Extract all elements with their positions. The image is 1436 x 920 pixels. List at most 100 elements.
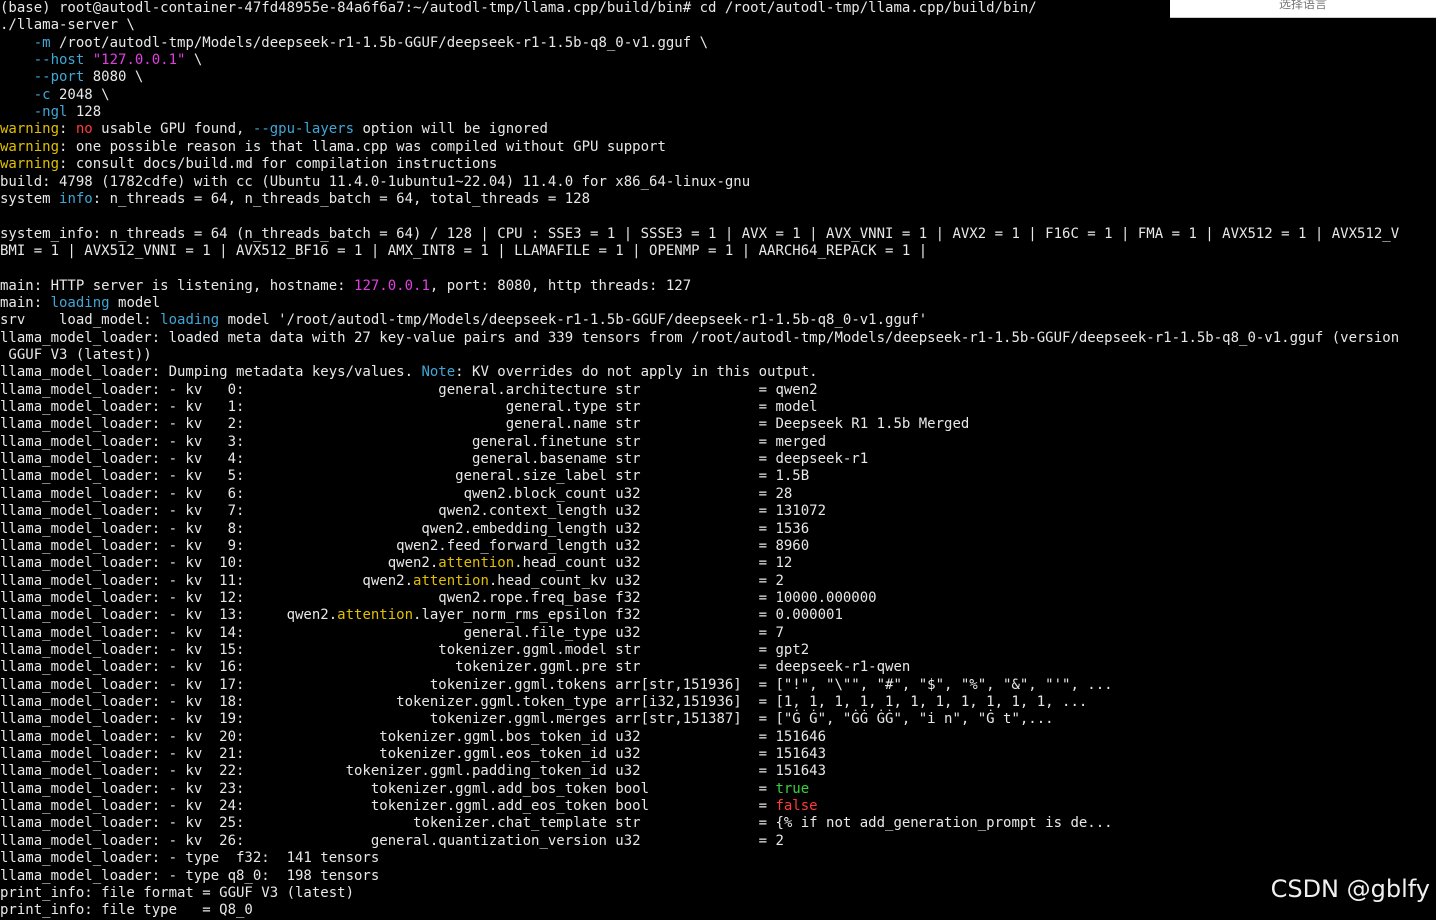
terminal-text-segment: BMI = 1 | AVX512_VNNI = 1 | AVX512_BF16 … [0, 242, 928, 259]
terminal-line: main: loading model [0, 295, 160, 312]
terminal-text-segment: option will be ignored [354, 121, 548, 138]
terminal-line: print_info: file type = Q8_0 [0, 902, 253, 919]
terminal-line: llama_model_loader: loaded meta data wit… [0, 330, 1399, 347]
terminal-line: -m /root/autodl-tmp/Models/deepseek-r1-1… [0, 35, 708, 52]
terminal-line: llama_model_loader: Dumping metadata key… [0, 364, 818, 381]
terminal-line: warning: one possible reason is that lla… [0, 139, 666, 156]
terminal-line: llama_model_loader: - kv 6: qwen2.block_… [0, 486, 792, 503]
terminal-text-segment: main: [0, 294, 51, 311]
terminal-text-segment: llama_model_loader: - kv 1: general.type… [0, 399, 818, 416]
terminal-line: --port 8080 \ [0, 69, 144, 86]
terminal-text-segment: no [75, 121, 93, 138]
terminal-text-segment: build: 4798 (1782cdfe) with cc (Ubuntu 1… [0, 173, 751, 190]
terminal-text-segment: llama_model_loader: - kv 17: tokenizer.g… [0, 676, 1113, 693]
terminal-text-segment: llama_model_loader: - kv 15: tokenizer.g… [0, 641, 810, 658]
terminal-text-segment: /root/autodl-tmp/Models/deepseek-r1-1.5b… [50, 34, 709, 51]
terminal-line: print_info: file format = GGUF V3 (lates… [0, 885, 354, 902]
terminal-line: llama_model_loader: - kv 2: general.name… [0, 416, 969, 433]
terminal-line: llama_model_loader: - kv 7: qwen2.contex… [0, 503, 826, 520]
terminal-line: llama_model_loader: - kv 16: tokenizer.g… [0, 659, 910, 676]
terminal-text-segment: print_info: file format = GGUF V3 (lates… [0, 884, 355, 901]
terminal-text-segment: : consult docs/build.md for compilation … [59, 156, 498, 173]
terminal-line: llama_model_loader: - kv 26: general.qua… [0, 833, 784, 850]
terminal-line: llama_model_loader: - kv 22: tokenizer.g… [0, 763, 826, 780]
terminal-line: system info: n_threads = 64, n_threads_b… [0, 191, 590, 208]
terminal-text-segment: GGUF V3 (latest)) [0, 347, 152, 363]
terminal-line: -c 2048 \ [0, 87, 110, 104]
terminal-line: llama_model_loader: - kv 17: tokenizer.g… [0, 677, 1113, 694]
terminal-line: ./llama-server \ [0, 17, 135, 34]
terminal-line: llama_model_loader: - kv 21: tokenizer.g… [0, 746, 826, 763]
terminal-text-segment: : KV overrides do not apply in this outp… [455, 364, 818, 381]
terminal-line: llama_model_loader: - kv 13: qwen2.atten… [0, 607, 843, 624]
terminal-text-segment: llama_model_loader: - kv 22: tokenizer.g… [0, 763, 827, 780]
terminal-text-segment: true [775, 780, 810, 797]
terminal-text-segment: -m [33, 34, 51, 51]
terminal-line: warning: consult docs/build.md for compi… [0, 156, 497, 173]
terminal-text-segment: llama_model_loader: - kv 18: tokenizer.g… [0, 694, 1088, 710]
terminal-line: llama_model_loader: - kv 18: tokenizer.g… [0, 694, 1087, 711]
terminal-text-segment: warning [0, 156, 60, 173]
terminal-text-segment: llama_model_loader: - kv 9: qwen2.feed_f… [0, 537, 810, 554]
terminal-text-segment: llama_model_loader: - kv 12: qwen2.rope.… [0, 589, 877, 606]
terminal-line: BMI = 1 | AVX512_VNNI = 1 | AVX512_BF16 … [0, 243, 927, 260]
terminal-line: llama_model_loader: - kv 5: general.size… [0, 468, 809, 485]
terminal-text-segment: usable GPU found, [92, 121, 253, 138]
terminal-text-segment: warning [0, 121, 60, 138]
terminal-text-segment: system [0, 190, 60, 207]
terminal-line: -ngl 128 [0, 104, 101, 121]
terminal-line: llama_model_loader: - kv 19: tokenizer.g… [0, 711, 1054, 728]
terminal-text-segment: .head_count_kv u32 = 2 [488, 572, 784, 589]
terminal-line: llama_model_loader: - type f32: 141 tens… [0, 850, 379, 867]
terminal-line: llama_model_loader: - kv 14: general.fil… [0, 625, 784, 642]
terminal-text-segment: llama_model_loader: - kv 25: tokenizer.c… [0, 815, 1113, 832]
terminal-text-segment: -ngl [33, 104, 68, 121]
terminal-text-segment: llama_model_loader: - type q8_0: 198 ten… [0, 867, 380, 884]
terminal-text-segment: srv load_model: [0, 312, 161, 329]
terminal-text-segment: 2048 \ [50, 86, 110, 103]
terminal-text-segment: llama_model_loader: - kv 20: tokenizer.g… [0, 728, 827, 745]
terminal-text-segment: llama_model_loader: - kv 8: qwen2.embedd… [0, 520, 810, 537]
terminal-text-segment: -c [33, 86, 51, 103]
terminal-text-segment: Note [421, 364, 456, 381]
language-selector[interactable]: 选择语言 [1170, 0, 1436, 18]
terminal-text-segment: llama_model_loader: - kv 2: general.name… [0, 416, 970, 433]
terminal-text-segment: attention [413, 572, 489, 589]
terminal-text-segment: system_info: n_threads = 64 (n_threads_b… [0, 225, 1400, 242]
terminal-text-segment: 8080 \ [84, 69, 144, 86]
terminal-text-segment: llama_model_loader: - kv 10: qwen2. [0, 555, 439, 572]
terminal-text-segment: llama_model_loader: - kv 23: tokenizer.g… [0, 780, 776, 797]
watermark: CSDN @gblfy [1270, 875, 1430, 903]
terminal-line: llama_model_loader: - kv 8: qwen2.embedd… [0, 521, 809, 538]
terminal-text-segment: print_info: file type = Q8_0 [0, 902, 253, 919]
terminal-text-segment: llama_model_loader: - kv 3: general.fine… [0, 433, 827, 450]
terminal-text-segment: llama_model_loader: - kv 0: general.arch… [0, 381, 818, 398]
terminal-text-segment: llama_model_loader: - kv 13: qwen2. [0, 607, 338, 624]
terminal-line: llama_model_loader: - kv 9: qwen2.feed_f… [0, 538, 809, 555]
terminal-line: llama_model_loader: - kv 3: general.fine… [0, 434, 826, 451]
terminal-line: llama_model_loader: - kv 25: tokenizer.c… [0, 815, 1113, 832]
terminal-line: llama_model_loader: - kv 0: general.arch… [0, 382, 818, 399]
terminal-text-segment: llama_model_loader: - kv 7: qwen2.contex… [0, 503, 827, 520]
terminal-text-segment: : one possible reason is that llama.cpp … [59, 138, 666, 155]
terminal-text-segment: 128 [67, 104, 102, 121]
terminal-text-segment: llama_model_loader: - kv 21: tokenizer.g… [0, 746, 827, 763]
terminal-text-segment: 127.0.0.1 [354, 277, 430, 294]
terminal-text-segment: (base) root@autodl-container-47fd48955e-… [0, 0, 1037, 16]
terminal-text-segment: llama_model_loader: - kv 6: qwen2.block_… [0, 485, 793, 502]
terminal-text-segment: llama_model_loader: - kv 4: general.base… [0, 451, 869, 468]
terminal-line: llama_model_loader: - kv 1: general.type… [0, 399, 818, 416]
terminal-text-segment: main: HTTP server is listening, hostname… [0, 277, 355, 294]
terminal-text-segment: --gpu-layers [252, 121, 355, 138]
terminal-text-segment: llama_model_loader: - type f32: 141 tens… [0, 850, 380, 867]
terminal-text-segment: attention [337, 607, 414, 624]
terminal-text-segment: llama_model_loader: Dumping metadata key… [0, 364, 422, 381]
terminal-line: llama_model_loader: - kv 11: qwen2.atten… [0, 573, 784, 590]
terminal-line: llama_model_loader: - type q8_0: 198 ten… [0, 868, 379, 885]
terminal-output[interactable]: (base) root@autodl-container-47fd48955e-… [0, 0, 1436, 918]
